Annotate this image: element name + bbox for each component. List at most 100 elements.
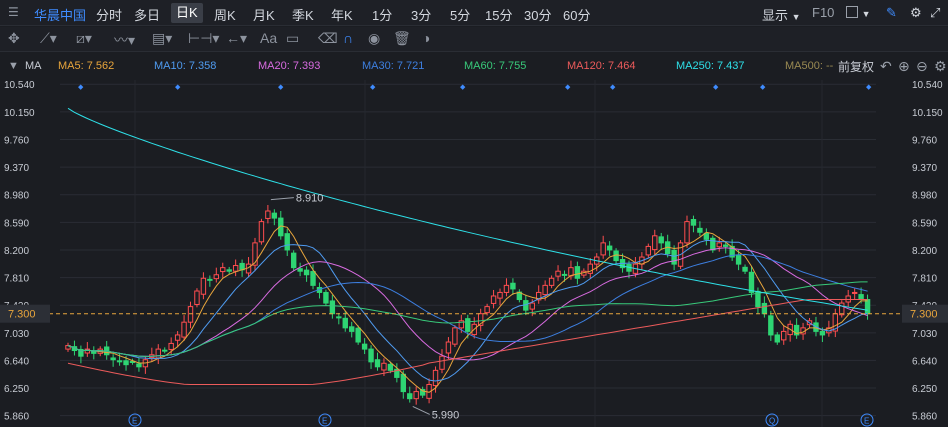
period-daily-k[interactable]: 日K <box>171 3 203 23</box>
crosshair-icon[interactable]: ✥ <box>8 30 20 47</box>
line-draw-icon[interactable]: ⟋▾ <box>40 30 57 47</box>
eye-icon[interactable]: ◉ <box>368 30 380 47</box>
period-multiday[interactable]: 多日 <box>134 5 160 24</box>
candle-body <box>548 277 555 286</box>
collapse-icon[interactable]: ▼ <box>8 60 19 72</box>
candle-body <box>290 252 297 269</box>
f10-button[interactable]: F10 <box>812 5 834 20</box>
layout-select[interactable]: ▼ <box>846 5 871 20</box>
ma500-value: MA500: -- <box>785 60 834 72</box>
period-3min[interactable]: 3分 <box>411 5 431 24</box>
split-marker-icon: ◆ <box>175 84 181 91</box>
ma5-value: MA5: 7.562 <box>58 60 115 72</box>
candle-body <box>220 267 226 273</box>
adjust-label[interactable]: 前复权 <box>838 58 874 75</box>
candle-body <box>187 306 194 323</box>
y-tick-label-left: 7.030 <box>4 329 29 340</box>
candle-body <box>748 271 755 293</box>
y-tick-label-right: 5.860 <box>912 412 937 423</box>
candle-body <box>658 236 664 244</box>
candle-body <box>368 348 374 363</box>
period-yearly-k[interactable]: 年K <box>331 5 353 24</box>
candle-body <box>194 290 200 305</box>
stock-name[interactable]: 华晨中国 <box>34 5 86 24</box>
period-1min[interactable]: 1分 <box>372 5 392 24</box>
text-draw-icon[interactable]: Aa <box>260 30 277 46</box>
candle-body <box>265 210 271 219</box>
candle-body <box>232 265 239 272</box>
remove-icon[interactable]: ⊖ <box>916 58 928 75</box>
channel-draw-icon[interactable]: ⧄▾ <box>76 30 92 47</box>
fullscreen-icon[interactable]: ⤢ <box>930 5 940 21</box>
candle-body <box>645 245 652 256</box>
candle-body <box>568 267 574 277</box>
add-icon[interactable]: ⊕ <box>898 58 910 75</box>
ma120-value: MA120: 7.464 <box>567 60 636 72</box>
candle-body <box>284 233 290 251</box>
y-tick-label-right: 9.760 <box>912 135 937 146</box>
arrow-draw-icon[interactable]: ←▾ <box>226 30 247 47</box>
period-quarterly-k[interactable]: 季K <box>292 5 314 24</box>
split-marker-icon: ◆ <box>713 84 719 91</box>
period-weekly-k[interactable]: 周K <box>214 5 236 24</box>
candle-body <box>606 245 613 251</box>
period-monthly-k[interactable]: 月K <box>253 5 275 24</box>
candle-body <box>452 327 458 345</box>
pen-icon[interactable]: ✎ <box>886 5 897 21</box>
y-tick-label-left: 6.250 <box>4 384 29 395</box>
candle-body <box>652 235 658 251</box>
trash-icon[interactable]: 🗑 <box>393 30 411 47</box>
comment-draw-icon[interactable]: ▭ <box>286 30 299 47</box>
y-tick-label-left: 8.980 <box>4 191 29 202</box>
candle-body <box>864 299 871 315</box>
ma60-value: MA60: 7.755 <box>464 60 527 72</box>
period-30min[interactable]: 30分 <box>524 5 551 24</box>
ma250-value: MA250: 7.437 <box>676 60 745 72</box>
candle-body <box>349 326 355 332</box>
wave-draw-icon[interactable]: 〰▾ <box>114 30 135 50</box>
candle-body <box>174 334 181 341</box>
candle-body <box>465 318 471 332</box>
candle-body <box>84 348 91 354</box>
period-intraday[interactable]: 分时 <box>96 5 122 24</box>
candle-body <box>342 317 348 329</box>
candle-body <box>503 284 510 293</box>
candle-body <box>439 355 445 370</box>
hamburger-icon[interactable]: ☰ <box>8 5 19 19</box>
candle-body <box>845 295 851 303</box>
candle-body <box>116 360 123 363</box>
candle-body <box>336 316 342 319</box>
fib-draw-icon[interactable]: ▤▾ <box>152 30 172 47</box>
toggle-icon[interactable]: ◑ <box>422 30 430 46</box>
candle-body <box>213 274 220 280</box>
candle-body <box>858 294 864 301</box>
candle-body <box>110 357 116 361</box>
y-tick-label-right: 10.540 <box>912 80 943 91</box>
candle-body <box>555 270 561 277</box>
range-draw-icon[interactable]: ⊢⊣▾ <box>188 30 219 47</box>
candle-body <box>722 244 729 247</box>
current-price-label-left: 7.300 <box>8 309 36 321</box>
y-tick-label-right: 6.640 <box>912 356 937 367</box>
display-menu[interactable]: 显示 ▼ <box>762 5 801 24</box>
settings-icon[interactable]: ⚙ <box>910 5 922 21</box>
y-tick-label-left: 8.590 <box>4 218 29 229</box>
settings-icon[interactable]: ⚙ <box>934 58 947 75</box>
candle-body <box>162 349 168 352</box>
split-marker-icon: ◆ <box>278 84 284 91</box>
split-marker-icon: ◆ <box>866 84 872 91</box>
period-5min[interactable]: 5分 <box>450 5 470 24</box>
event-marker-label: Q <box>769 417 775 426</box>
event-marker-label: E <box>322 417 327 426</box>
current-price-label-right: 7.300 <box>910 309 938 321</box>
undo-icon[interactable]: ↶ <box>880 58 892 75</box>
eraser-icon[interactable]: ⌫ <box>318 30 338 47</box>
magnet-icon[interactable]: ∩ <box>343 30 353 46</box>
candle-body <box>355 327 361 343</box>
candle-body <box>781 330 787 341</box>
period-60min[interactable]: 60分 <box>563 5 590 24</box>
period-15min[interactable]: 15分 <box>485 5 512 24</box>
candle-body <box>374 359 381 368</box>
kline-chart[interactable]: 10.540 10.540 10.150 10.150 9.760 9.760 9.370 9… <box>0 80 948 427</box>
candle-body <box>258 221 265 243</box>
